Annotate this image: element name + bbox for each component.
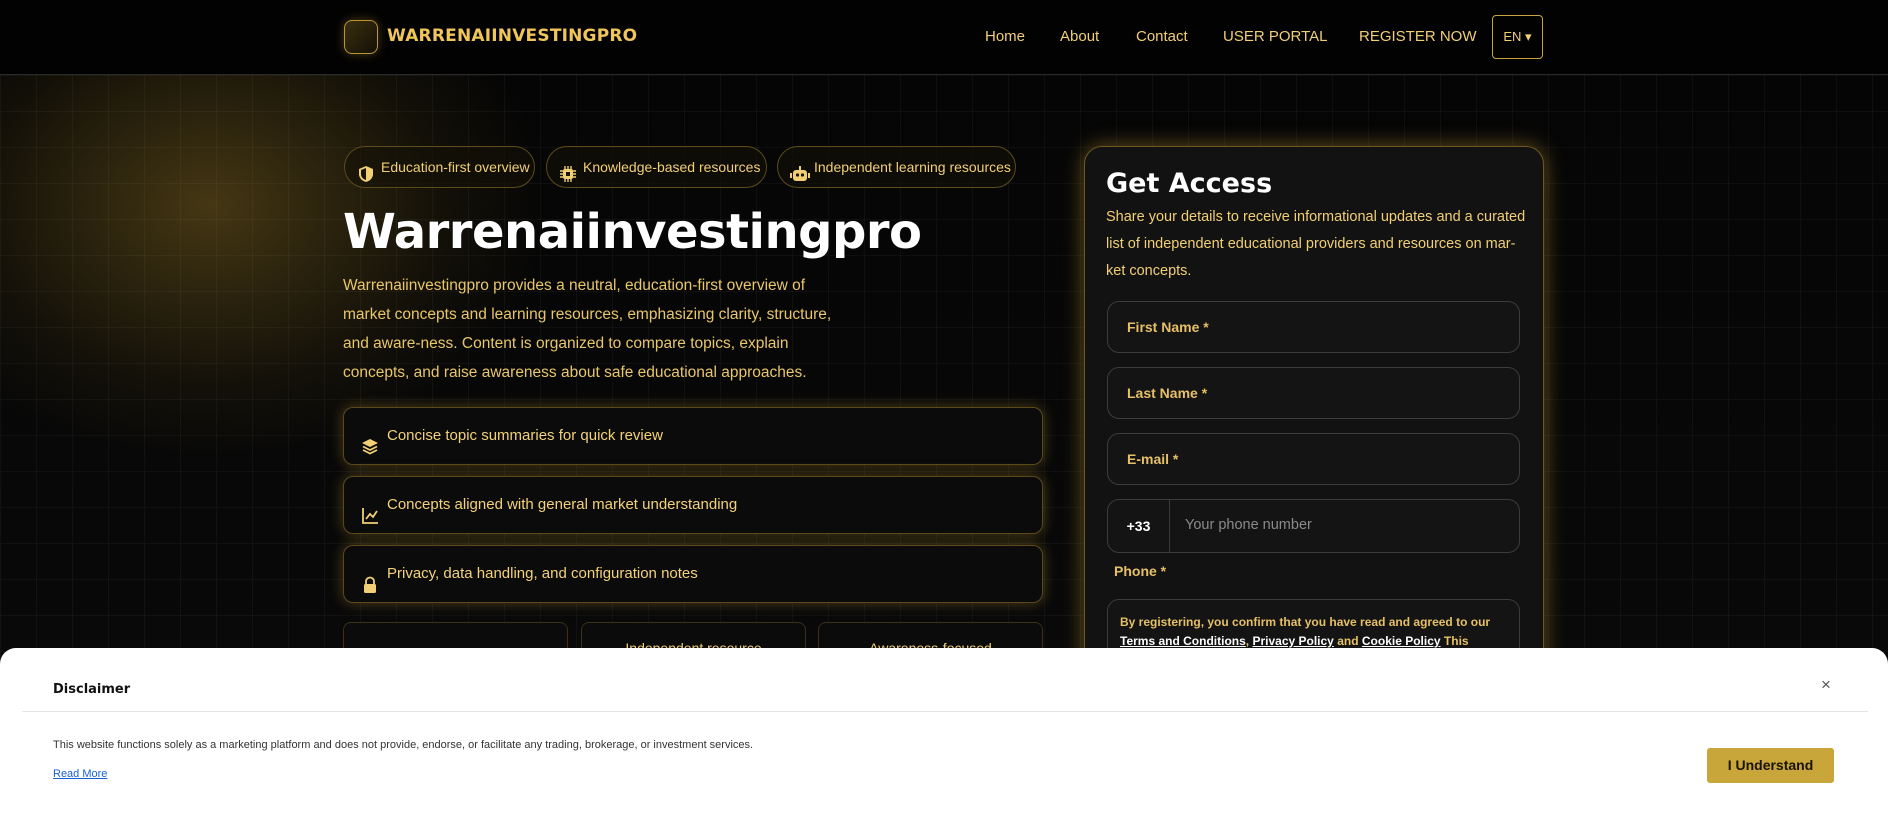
badge-independent-learning: Independent learning resources — [777, 146, 1016, 188]
disclaimer-banner: Disclaimer × This website functions sole… — [0, 648, 1888, 818]
disclaimer-title: Disclaimer — [53, 682, 131, 697]
feature-topic-summaries: Concise topic summaries for quick review — [343, 407, 1043, 465]
last-name-field[interactable]: Last Name * — [1107, 367, 1520, 419]
badge-label: Education-first overview — [381, 159, 530, 175]
disclaimer-text: This website functions solely as a marke… — [53, 739, 754, 751]
page-title: Warrenaiinvestingpro — [343, 204, 922, 260]
language-select[interactable]: EN ▾ — [1492, 15, 1543, 59]
form-title: Get Access — [1106, 168, 1273, 199]
hero-description: Warrenaiinvestingpro provides a neutral,… — [343, 277, 832, 381]
form-description: Share your details to receive informatio… — [1106, 209, 1526, 279]
feature-market-concepts: Concepts aligned with general market und… — [343, 476, 1043, 534]
nav-home[interactable]: Home — [985, 28, 1025, 45]
phone-label: Phone * — [1114, 563, 1167, 579]
badge-label: Knowledge-based resources — [583, 159, 761, 175]
divider — [22, 711, 1868, 712]
header: WARRENAIINVESTINGPRO Home About Contact … — [0, 0, 1888, 75]
logo-text[interactable]: WARRENAIINVESTINGPRO — [387, 26, 637, 46]
terms-text: By registering, you confirm that you hav… — [1120, 615, 1491, 629]
email-field[interactable]: E-mail * — [1107, 433, 1520, 485]
shield-icon — [357, 158, 375, 182]
cookie-policy-link[interactable]: Cookie Policy — [1362, 634, 1441, 648]
chart-line-icon — [361, 493, 379, 524]
nav-contact[interactable]: Contact — [1136, 28, 1188, 45]
badge-knowledge-based: Knowledge-based resources — [546, 146, 767, 188]
terms-separator: and — [1333, 634, 1362, 648]
nav-user-portal[interactable]: USER PORTAL — [1223, 28, 1327, 45]
feature-privacy: Privacy, data handling, and configuratio… — [343, 545, 1043, 603]
first-name-field[interactable]: First Name * — [1107, 301, 1520, 353]
feature-label: Concepts aligned with general market und… — [387, 496, 738, 513]
phone-input[interactable]: Your phone number — [1185, 517, 1312, 533]
i-understand-button[interactable]: I Understand — [1707, 748, 1834, 783]
nav-about[interactable]: About — [1060, 28, 1099, 45]
chip-icon — [559, 158, 577, 182]
terms-link[interactable]: Terms and Conditions — [1120, 634, 1246, 648]
feature-label: Privacy, data handling, and configuratio… — [387, 565, 698, 582]
phone-country-code[interactable]: +33 — [1108, 500, 1170, 552]
robot-icon — [790, 158, 810, 181]
feature-label: Concise topic summaries for quick review — [387, 427, 663, 444]
privacy-policy-link[interactable]: Privacy Policy — [1252, 634, 1333, 648]
badge-education-first: Education-first overview — [344, 146, 535, 188]
phone-field[interactable]: +33 Your phone number — [1107, 499, 1520, 553]
badge-label: Independent learning resources — [814, 159, 1011, 175]
close-icon[interactable]: × — [1821, 675, 1831, 695]
read-more-link[interactable]: Read More — [53, 768, 107, 780]
logo-icon[interactable] — [344, 20, 378, 54]
layers-icon — [361, 424, 379, 455]
nav-register-now[interactable]: REGISTER NOW — [1359, 28, 1477, 45]
lock-icon — [361, 562, 379, 593]
